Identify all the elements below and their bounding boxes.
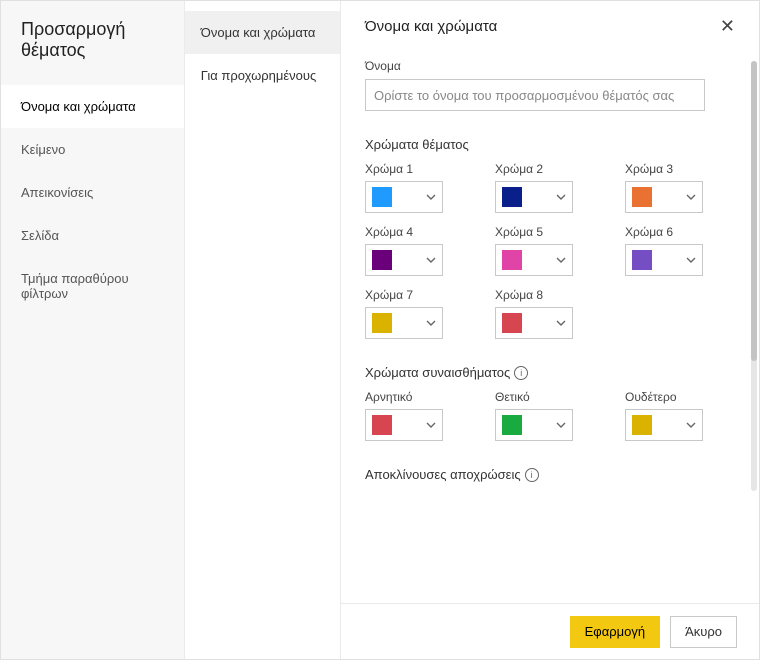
theme-color-label: Χρώμα 2 xyxy=(495,162,605,176)
chevron-down-icon xyxy=(426,318,436,328)
chevron-down-icon xyxy=(556,255,566,265)
apply-button[interactable]: Εφαρμογή xyxy=(570,616,660,648)
name-label: Όνομα xyxy=(365,59,735,73)
theme-color-label: Χρώμα 1 xyxy=(365,162,475,176)
theme-color-cell: Χρώμα 3 xyxy=(625,162,735,213)
color-swatch xyxy=(632,187,652,207)
sentiment-color-picker[interactable] xyxy=(365,409,443,441)
chevron-down-icon xyxy=(686,420,696,430)
theme-color-picker[interactable] xyxy=(365,181,443,213)
theme-color-label: Χρώμα 3 xyxy=(625,162,735,176)
theme-color-cell: Χρώμα 1 xyxy=(365,162,475,213)
cancel-button[interactable]: Άκυρο xyxy=(670,616,737,648)
sentiment-colors-grid: Αρνητικό Θετικό Ουδέτερο xyxy=(365,390,735,441)
chevron-down-icon xyxy=(686,192,696,202)
theme-color-picker[interactable] xyxy=(365,307,443,339)
info-icon[interactable]: i xyxy=(525,468,539,482)
sentiment-color-picker[interactable] xyxy=(495,409,573,441)
customize-theme-dialog: Προσαρμογή θέματος Όνομα και χρώματα Κεί… xyxy=(0,0,760,660)
theme-colors-grid: Χρώμα 1 Χρώμα 2 Χρώμα 3 Χρώμα 4 Χρώμα 5 Χρώμα… xyxy=(365,162,735,339)
color-swatch xyxy=(502,250,522,270)
sidebar-item-text[interactable]: Κείμενο xyxy=(1,128,184,171)
color-swatch xyxy=(502,415,522,435)
chevron-down-icon xyxy=(556,318,566,328)
color-swatch xyxy=(632,415,652,435)
chevron-down-icon xyxy=(556,192,566,202)
sentiment-color-cell: Ουδέτερο xyxy=(625,390,735,441)
color-swatch xyxy=(372,313,392,333)
divergent-title-text: Αποκλίνουσες αποχρώσεις xyxy=(365,467,521,482)
color-swatch xyxy=(372,415,392,435)
theme-color-picker[interactable] xyxy=(495,181,573,213)
theme-color-picker[interactable] xyxy=(625,181,703,213)
sentiment-color-label: Ουδέτερο xyxy=(625,390,735,404)
theme-color-picker[interactable] xyxy=(365,244,443,276)
theme-colors-title-text: Χρώματα θέματος xyxy=(365,137,469,152)
sentiment-color-label: Θετικό xyxy=(495,390,605,404)
chevron-down-icon xyxy=(426,255,436,265)
chevron-down-icon xyxy=(426,192,436,202)
chevron-down-icon xyxy=(556,420,566,430)
sidebar-item-name-colors[interactable]: Όνομα και χρώματα xyxy=(1,85,184,128)
theme-color-picker[interactable] xyxy=(625,244,703,276)
dialog-title: Προσαρμογή θέματος xyxy=(1,1,184,85)
theme-color-picker[interactable] xyxy=(495,244,573,276)
panel-title: Όνομα και χρώματα xyxy=(365,18,497,35)
theme-name-input[interactable] xyxy=(365,79,705,111)
close-button[interactable]: ✕ xyxy=(720,17,735,35)
color-swatch xyxy=(502,187,522,207)
sentiment-color-cell: Αρνητικό xyxy=(365,390,475,441)
color-swatch xyxy=(372,187,392,207)
theme-color-cell: Χρώμα 8 xyxy=(495,288,605,339)
theme-color-cell: Χρώμα 7 xyxy=(365,288,475,339)
sentiment-color-cell: Θετικό xyxy=(495,390,605,441)
sidebar: Προσαρμογή θέματος Όνομα και χρώματα Κεί… xyxy=(1,1,185,659)
sentiment-colors-title: Χρώματα συναισθήματος i xyxy=(365,365,735,380)
subnav-item-name-colors[interactable]: Όνομα και χρώματα xyxy=(185,11,340,54)
theme-color-picker[interactable] xyxy=(495,307,573,339)
info-icon[interactable]: i xyxy=(514,366,528,380)
subnav-item-advanced[interactable]: Για προχωρημένους xyxy=(185,54,340,97)
theme-color-label: Χρώμα 4 xyxy=(365,225,475,239)
chevron-down-icon xyxy=(426,420,436,430)
theme-color-cell: Χρώμα 2 xyxy=(495,162,605,213)
sentiment-color-label: Αρνητικό xyxy=(365,390,475,404)
subnav: Όνομα και χρώματα Για προχωρημένους xyxy=(185,1,341,659)
divergent-title: Αποκλίνουσες αποχρώσεις i xyxy=(365,467,735,482)
color-swatch xyxy=(372,250,392,270)
theme-color-cell: Χρώμα 6 xyxy=(625,225,735,276)
scrollbar-thumb[interactable] xyxy=(751,61,757,361)
theme-color-label: Χρώμα 5 xyxy=(495,225,605,239)
footer: Εφαρμογή Άκυρο xyxy=(341,603,759,659)
color-swatch xyxy=(502,313,522,333)
theme-color-label: Χρώμα 7 xyxy=(365,288,475,302)
sidebar-item-visuals[interactable]: Απεικονίσεις xyxy=(1,171,184,214)
close-icon: ✕ xyxy=(720,16,735,36)
theme-color-cell: Χρώμα 5 xyxy=(495,225,605,276)
theme-color-label: Χρώμα 6 xyxy=(625,225,735,239)
sentiment-color-picker[interactable] xyxy=(625,409,703,441)
main-panel: Όνομα και χρώματα ✕ Όνομα Χρώματα θέματο… xyxy=(341,1,759,659)
theme-colors-title: Χρώματα θέματος xyxy=(365,137,735,152)
main-header: Όνομα και χρώματα ✕ xyxy=(341,1,759,45)
theme-color-cell: Χρώμα 4 xyxy=(365,225,475,276)
theme-color-label: Χρώμα 8 xyxy=(495,288,605,302)
sentiment-colors-title-text: Χρώματα συναισθήματος xyxy=(365,365,510,380)
scroll-area[interactable]: Όνομα Χρώματα θέματος Χρώμα 1Χρώμα 2Χρώμ… xyxy=(341,45,759,603)
color-swatch xyxy=(632,250,652,270)
chevron-down-icon xyxy=(686,255,696,265)
sidebar-item-page[interactable]: Σελίδα xyxy=(1,214,184,257)
sidebar-item-filter-pane[interactable]: Τμήμα παραθύρου φίλτρων xyxy=(1,257,184,315)
